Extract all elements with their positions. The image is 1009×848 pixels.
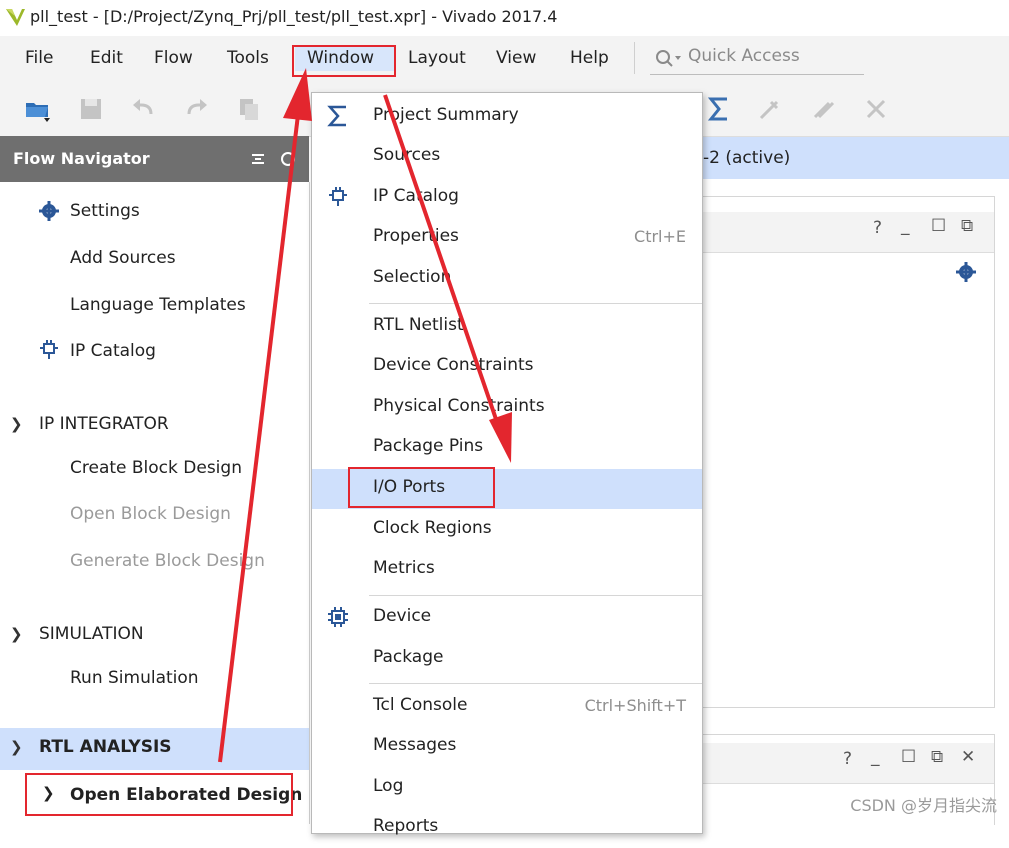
arrow-head-up-icon <box>283 68 312 121</box>
arrow-line-down <box>383 94 500 426</box>
arrow-head-down-icon <box>489 412 512 463</box>
arrow-line-up <box>218 114 300 763</box>
watermark: CSDN @岁月指尖流 <box>850 796 997 815</box>
annotation-arrows <box>218 68 512 763</box>
